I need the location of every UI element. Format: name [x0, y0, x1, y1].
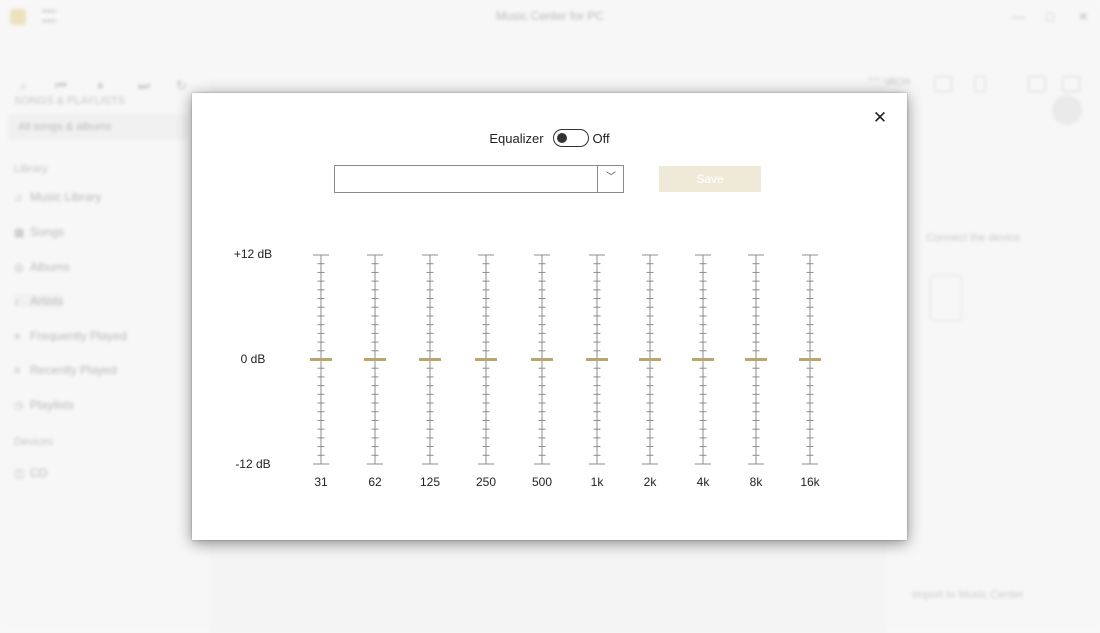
close-icon[interactable]: ✕	[871, 109, 889, 127]
eq-slider-31[interactable]	[306, 254, 336, 465]
eq-band-62: 62	[360, 254, 390, 494]
eq-band-label: 2k	[643, 475, 657, 489]
eq-band-125: 125	[415, 254, 445, 494]
eq-slider-2k[interactable]	[635, 254, 665, 465]
db-label-mid: 0 dB	[240, 352, 266, 366]
equalizer-toggle[interactable]	[552, 129, 589, 147]
slider-thumb[interactable]	[475, 358, 497, 361]
equalizer-label: Equalizer	[489, 130, 544, 146]
slider-thumb[interactable]	[419, 358, 441, 361]
eq-slider-62[interactable]	[360, 254, 390, 465]
eq-band-label: 62	[368, 475, 382, 489]
equalizer-header: Equalizer Off	[192, 129, 907, 149]
slider-thumb[interactable]	[639, 358, 661, 361]
eq-band-label: 16k	[800, 475, 820, 489]
eq-band-label: 1k	[590, 475, 604, 489]
db-label-top: +12 dB	[233, 247, 273, 261]
eq-band-1k: 1k	[582, 254, 612, 494]
eq-slider-1k[interactable]	[582, 254, 612, 465]
eq-band-label: 500	[531, 475, 553, 489]
eq-slider-8k[interactable]	[741, 254, 771, 465]
slider-thumb[interactable]	[310, 358, 332, 361]
eq-band-250: 250	[471, 254, 501, 494]
slider-thumb[interactable]	[745, 358, 767, 361]
eq-band-4k: 4k	[688, 254, 718, 494]
toggle-knob	[556, 132, 567, 143]
eq-band-2k: 2k	[635, 254, 665, 494]
eq-band-16k: 16k	[795, 254, 825, 494]
eq-slider-125[interactable]	[415, 254, 445, 465]
eq-band-label: 250	[475, 475, 497, 489]
eq-band-label: 125	[419, 475, 441, 489]
dropdown-divider	[597, 166, 598, 192]
slider-thumb[interactable]	[799, 358, 821, 361]
slider-thumb[interactable]	[586, 358, 608, 361]
eq-band-31: 31	[306, 254, 336, 494]
chevron-down-icon[interactable]: ﹀	[604, 171, 618, 185]
eq-band-label: 31	[314, 475, 328, 489]
equalizer-dialog: ✕ Equalizer Off ﹀ Save +12 dB 0 dB -12 dB…	[192, 93, 907, 540]
eq-band-label: 8k	[749, 475, 763, 489]
toggle-state-label: Off	[592, 130, 610, 146]
eq-band-8k: 8k	[741, 254, 771, 494]
eq-slider-4k[interactable]	[688, 254, 718, 465]
save-button[interactable]: Save	[659, 166, 761, 192]
slider-thumb[interactable]	[364, 358, 386, 361]
slider-thumb[interactable]	[692, 358, 714, 361]
eq-slider-16k[interactable]	[795, 254, 825, 465]
eq-band-500: 500	[527, 254, 557, 494]
eq-slider-250[interactable]	[471, 254, 501, 465]
slider-thumb[interactable]	[531, 358, 553, 361]
preset-dropdown[interactable]: ﹀	[334, 165, 624, 193]
eq-band-label: 4k	[696, 475, 710, 489]
eq-slider-500[interactable]	[527, 254, 557, 465]
db-label-bottom: -12 dB	[235, 457, 271, 471]
